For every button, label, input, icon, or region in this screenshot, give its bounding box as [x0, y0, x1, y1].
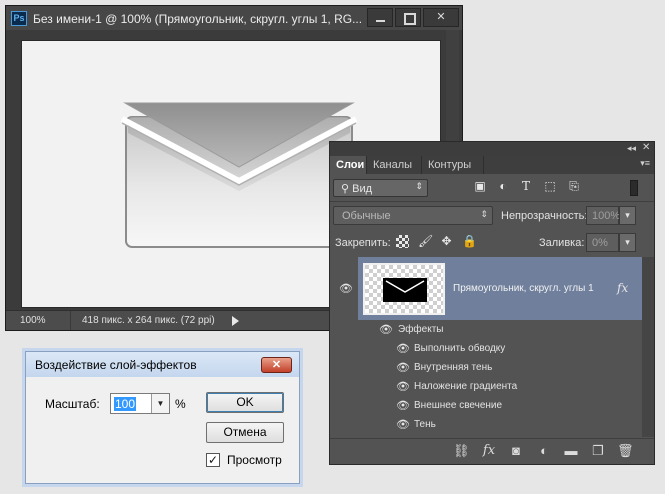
eye-icon[interactable]: 👁: [396, 380, 410, 393]
tab-layers[interactable]: Слои: [330, 156, 367, 174]
scale-effects-dialog: Воздействие слой-эффектов ✕ Масштаб: 100…: [25, 351, 300, 484]
fill-label: Заливка:: [539, 237, 585, 249]
envelope-thumbnail-icon: [385, 280, 425, 293]
link-layers-icon[interactable]: ⛓: [453, 443, 470, 459]
scale-combobox[interactable]: 100 ▼: [110, 393, 170, 414]
layer-filter-dropdown[interactable]: ⚲ Вид ⇕: [333, 179, 428, 197]
ok-button[interactable]: OK: [206, 392, 284, 413]
eye-icon[interactable]: 👁: [396, 418, 410, 431]
preview-checkbox[interactable]: ✓: [206, 453, 220, 467]
blend-row: Обычные ⇕ Непрозрачность: 100% ▾: [330, 204, 654, 228]
updown-arrows-icon: ⇕: [415, 181, 423, 191]
effect-item[interactable]: 👁 Тень: [330, 415, 642, 434]
dialog-title: Воздействие слой-эффектов: [35, 358, 197, 372]
effect-name: Тень: [414, 419, 436, 430]
adjustment-layer-icon[interactable]: ◐: [536, 443, 552, 459]
eye-icon: 👁: [339, 283, 353, 295]
effect-item[interactable]: 👁 Внешнее свечение: [330, 396, 642, 415]
eye-icon[interactable]: 👁: [396, 342, 410, 355]
image-filter-icon[interactable]: ▣: [473, 180, 487, 193]
effects-label: Эффекты: [398, 324, 444, 335]
search-icon: ⚲: [341, 183, 353, 195]
dialog-close-button[interactable]: ✕: [261, 357, 292, 373]
updown-arrows-icon: ⇕: [480, 209, 488, 219]
mask-icon[interactable]: ◙: [508, 443, 524, 459]
adjustment-filter-icon[interactable]: ◐: [496, 180, 510, 193]
cancel-button[interactable]: Отмена: [206, 422, 284, 443]
fx-icon[interactable]: fx: [481, 443, 497, 459]
status-menu-arrow-icon[interactable]: [232, 316, 239, 326]
document-titlebar[interactable]: Ps Без имени-1 @ 100% (Прямоугольник, ск…: [6, 6, 462, 30]
tab-paths[interactable]: Контуры: [422, 156, 484, 174]
panel-close-icon[interactable]: ✕: [642, 142, 650, 153]
lock-all-icon[interactable]: 🔒: [462, 235, 477, 248]
zoom-level[interactable]: 100%: [20, 315, 46, 326]
new-layer-icon[interactable]: ❐: [590, 443, 606, 459]
scale-label: Масштаб:: [45, 397, 100, 411]
layer-name[interactable]: Прямоугольник, скругл. углы 1: [453, 283, 594, 294]
preview-label[interactable]: Просмотр: [227, 453, 282, 467]
effect-name: Внутренняя тень: [414, 362, 493, 373]
effect-name: Выполнить обводку: [414, 343, 506, 354]
shape-thumbnail-fill: [383, 278, 427, 302]
eye-icon[interactable]: 👁: [396, 399, 410, 412]
layer-thumbnail: [363, 263, 445, 315]
eye-icon[interactable]: 👁: [379, 323, 393, 336]
lock-pixels-icon[interactable]: 🖌: [418, 235, 433, 248]
effect-item[interactable]: 👁 Внутренняя тень: [330, 358, 642, 377]
blend-mode-value: Обычные: [342, 210, 391, 222]
layers-panel: ◂◂ ✕ Слои Каналы Контуры ▾≡ ⚲ Вид ⇕ ▣ ◐ …: [329, 141, 655, 465]
photoshop-logo-icon: Ps: [11, 11, 27, 26]
dialog-body: Масштаб: 100 ▼ % OK Отмена ✓ Просмотр: [29, 377, 296, 481]
layer-visibility-toggle[interactable]: 👁: [330, 257, 358, 320]
filter-toggle[interactable]: [630, 180, 638, 196]
minimize-button[interactable]: [367, 8, 393, 27]
fill-dropdown-button[interactable]: ▾: [619, 233, 636, 252]
panel-menu-icon[interactable]: ▾≡: [640, 158, 650, 169]
filter-label: Вид: [352, 183, 373, 195]
panel-tabs: Слои Каналы Контуры ▾≡: [330, 156, 654, 174]
document-size-info: 418 пикс. x 264 пикс. (72 ppi): [70, 311, 246, 330]
opacity-label: Непрозрачность:: [501, 210, 588, 222]
panel-footer: ⛓ fx ◙ ◐ ▬ ❐ 🗑: [330, 438, 654, 464]
layer-row-selected[interactable]: 👁 Прямоугольник, скругл. углы 1 fx: [330, 257, 642, 320]
maximize-button[interactable]: [395, 8, 421, 27]
opacity-input[interactable]: 100%: [586, 206, 620, 225]
effect-name: Внешнее свечение: [414, 400, 503, 411]
lock-position-icon[interactable]: ✥: [440, 235, 453, 248]
eye-icon[interactable]: 👁: [396, 361, 410, 374]
layers-list: 👁 Прямоугольник, скругл. углы 1 fx 👁 Эфф…: [330, 257, 654, 437]
smart-object-filter-icon[interactable]: ⎘: [567, 180, 581, 193]
close-button[interactable]: ✕: [423, 8, 459, 27]
group-folder-icon[interactable]: ▬: [563, 443, 579, 459]
effects-group[interactable]: 👁 Эффекты: [330, 320, 642, 339]
layers-scrollbar[interactable]: [642, 257, 654, 437]
layer-fx-icon[interactable]: fx: [617, 281, 628, 295]
type-filter-icon[interactable]: T: [519, 180, 533, 193]
effect-item[interactable]: 👁 Выполнить обводку: [330, 339, 642, 358]
lock-row: Закрепить: 🖌 ✥ 🔒 Заливка: 0% ▾: [330, 231, 654, 255]
trash-icon[interactable]: 🗑: [617, 443, 634, 459]
scale-input[interactable]: 100: [114, 397, 137, 411]
panel-header[interactable]: ◂◂ ✕: [330, 142, 654, 156]
effect-name: Наложение градиента: [414, 381, 518, 392]
opacity-dropdown-button[interactable]: ▾: [619, 206, 636, 225]
effect-item[interactable]: 👁 Наложение градиента: [330, 377, 642, 396]
filter-row: ⚲ Вид ⇕ ▣ ◐ T ⬚ ⎘: [330, 177, 654, 199]
shape-filter-icon[interactable]: ⬚: [543, 180, 557, 193]
lock-label: Закрепить:: [335, 237, 391, 249]
blend-mode-dropdown[interactable]: Обычные ⇕: [333, 206, 493, 225]
tab-channels[interactable]: Каналы: [367, 156, 422, 174]
dialog-titlebar[interactable]: Воздействие слой-эффектов ✕: [26, 352, 299, 377]
document-title: Без имени-1 @ 100% (Прямоугольник, скруг…: [33, 12, 363, 26]
lock-transparency-icon[interactable]: [396, 235, 409, 248]
fill-input[interactable]: 0%: [586, 233, 619, 252]
divider: [330, 201, 654, 202]
chevron-down-icon[interactable]: ▼: [151, 394, 169, 413]
percent-label: %: [175, 397, 186, 411]
collapse-icon[interactable]: ◂◂: [627, 143, 636, 154]
